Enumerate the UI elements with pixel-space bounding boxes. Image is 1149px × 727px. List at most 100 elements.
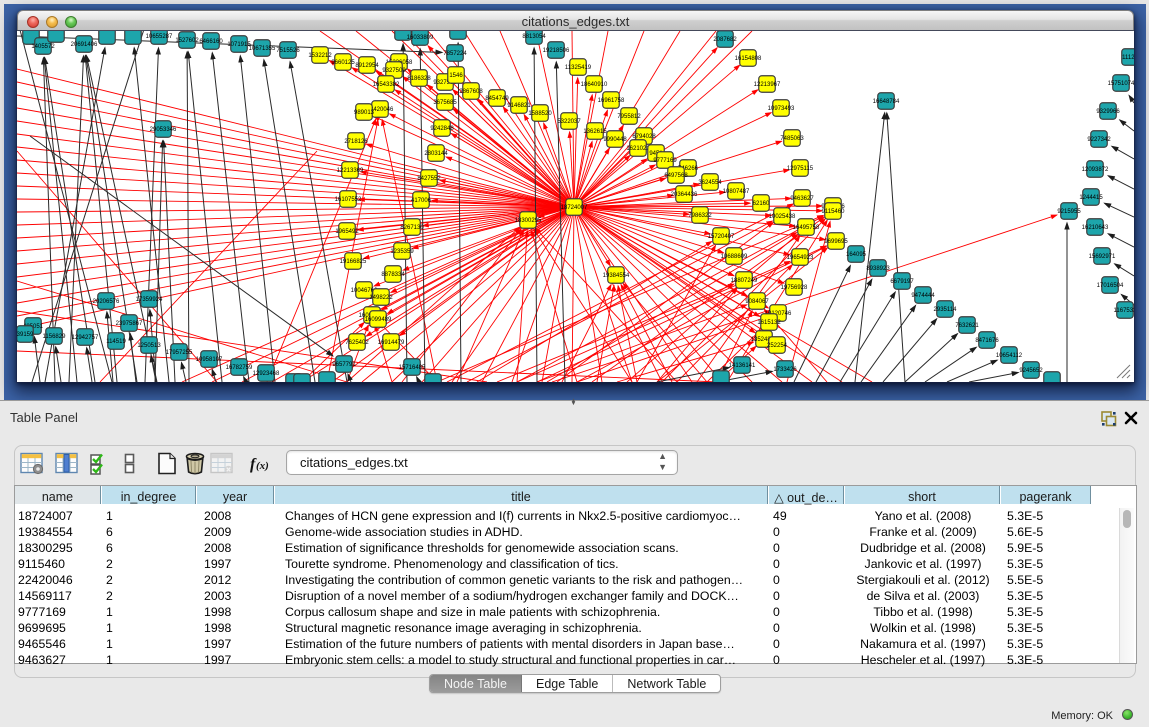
svg-text:12213967: 12213967 — [754, 82, 781, 88]
svg-text:12093872: 12093872 — [1082, 167, 1109, 173]
svg-text:1156829: 1156829 — [43, 334, 67, 340]
svg-text:29053346: 29053346 — [150, 127, 177, 133]
svg-text:6679197: 6679197 — [890, 279, 914, 285]
svg-text:10025438: 10025438 — [769, 214, 796, 220]
svg-text:989013: 989013 — [354, 110, 375, 116]
svg-text:19166825: 19166825 — [340, 259, 367, 265]
svg-text:1498222: 1498222 — [369, 295, 393, 301]
svg-text:16648784: 16648784 — [873, 99, 900, 105]
svg-text:2867608: 2867608 — [459, 89, 483, 95]
svg-text:7857224: 7857224 — [443, 51, 467, 57]
svg-text:16154808: 16154808 — [735, 56, 762, 62]
svg-text:6497568: 6497568 — [664, 173, 688, 179]
svg-text:8471676: 8471676 — [975, 338, 999, 344]
svg-text:39159: 39159 — [17, 332, 34, 338]
svg-text:9245652: 9245652 — [1019, 368, 1043, 374]
svg-text:19654923: 19654923 — [787, 255, 814, 261]
svg-text:18724007: 18724007 — [561, 205, 588, 211]
svg-text:2803144: 2803144 — [424, 151, 448, 157]
svg-text:10958107: 10958107 — [196, 357, 223, 363]
svg-text:20691406: 20691406 — [71, 42, 98, 48]
svg-text:164095: 164095 — [846, 252, 867, 258]
svg-text:1250513: 1250513 — [137, 343, 161, 349]
svg-text:17957255: 17957255 — [166, 350, 193, 356]
svg-text:17359924: 17359924 — [136, 297, 163, 303]
svg-text:6466160: 6466160 — [199, 39, 223, 45]
svg-text:1532212: 1532212 — [308, 53, 332, 59]
svg-text:7955812: 7955812 — [617, 114, 641, 120]
svg-text:9657791: 9657791 — [332, 362, 356, 368]
svg-text:8938923: 8938923 — [866, 266, 890, 272]
svg-text:2935114: 2935114 — [934, 307, 958, 313]
svg-text:16033809: 16033809 — [407, 35, 434, 41]
svg-text:1546: 1546 — [449, 73, 463, 79]
svg-text:12923468: 12923468 — [253, 371, 280, 377]
svg-text:8186328: 8186328 — [407, 76, 431, 82]
svg-text:7515526: 7515526 — [276, 48, 300, 54]
svg-text:6794028: 6794028 — [632, 134, 656, 140]
svg-text:18300295: 18300295 — [515, 218, 542, 224]
svg-text:16210643: 16210643 — [1082, 225, 1109, 231]
svg-text:1405572: 1405572 — [31, 44, 55, 50]
svg-text:9242848: 9242848 — [430, 126, 454, 132]
svg-text:16107552: 16107552 — [335, 197, 362, 203]
svg-text:16782759: 16782759 — [226, 365, 253, 371]
svg-text:14136141: 14136141 — [729, 363, 756, 369]
svg-text:15692971: 15692971 — [1089, 254, 1116, 260]
svg-text:(x): (x) — [256, 460, 269, 472]
svg-text:9115460: 9115460 — [822, 209, 846, 215]
svg-text:8878334: 8878334 — [381, 272, 405, 278]
svg-text:19218506: 19218506 — [543, 48, 570, 54]
svg-text:19384554: 19384554 — [603, 273, 630, 279]
svg-text:11325419: 11325419 — [565, 65, 592, 71]
svg-text:7625402: 7625402 — [345, 340, 369, 346]
svg-text:1615132: 1615132 — [757, 320, 781, 326]
svg-text:1167533: 1167533 — [1114, 308, 1134, 314]
svg-text:9660125: 9660125 — [331, 60, 355, 66]
svg-text:16914479: 16914479 — [378, 340, 405, 346]
svg-text:9146821: 9146821 — [507, 103, 531, 109]
svg-text:10671355: 10671355 — [249, 46, 276, 52]
svg-text:62160: 62160 — [753, 201, 770, 207]
svg-text:9329966: 9329966 — [1096, 109, 1120, 115]
svg-text:8813054: 8813054 — [522, 34, 546, 40]
svg-text:5322037: 5322037 — [557, 119, 581, 125]
svg-text:7986322: 7986322 — [688, 213, 712, 219]
svg-text:417006: 417006 — [411, 198, 432, 204]
svg-text:9215955: 9215955 — [1057, 209, 1081, 215]
svg-text:8427552: 8427552 — [417, 176, 441, 182]
svg-text:3675685: 3675685 — [433, 100, 457, 106]
svg-text:1621022: 1621022 — [626, 146, 650, 152]
svg-text:16543382: 16543382 — [373, 82, 400, 88]
svg-text:20206576: 20206576 — [93, 299, 120, 305]
svg-text:8912954: 8912954 — [355, 63, 379, 69]
svg-text:15751074: 15751074 — [1108, 81, 1134, 87]
svg-text:20364436: 20364436 — [671, 192, 698, 198]
svg-text:1244415: 1244415 — [1079, 195, 1103, 201]
svg-text:1733426: 1733426 — [773, 367, 797, 373]
svg-text:8454749: 8454749 — [485, 96, 509, 102]
svg-text:2087682: 2087682 — [713, 37, 737, 43]
svg-text:9227342: 9227342 — [1087, 137, 1111, 143]
svg-text:7485063: 7485063 — [780, 136, 804, 142]
svg-text:10655287: 10655287 — [146, 34, 173, 40]
svg-text:11122: 11122 — [1122, 55, 1134, 61]
svg-text:2718126: 2718126 — [344, 139, 368, 145]
svg-text:9463627: 9463627 — [790, 196, 814, 202]
svg-text:10688609: 10688609 — [721, 254, 748, 260]
svg-text:10807487: 10807487 — [723, 189, 750, 195]
svg-text:3624554: 3624554 — [698, 180, 722, 186]
svg-text:15716485: 15716485 — [399, 365, 426, 371]
svg-text:15720407: 15720407 — [708, 234, 735, 240]
svg-text:23975867: 23975867 — [116, 321, 143, 327]
svg-text:12213369: 12213369 — [337, 168, 364, 174]
svg-text:17016504: 17016504 — [1097, 283, 1124, 289]
svg-text:18640910: 18640910 — [581, 82, 608, 88]
svg-text:252254: 252254 — [767, 343, 788, 349]
svg-text:9474444: 9474444 — [911, 293, 935, 299]
svg-text:19756928: 19756928 — [781, 285, 808, 291]
svg-text:1588520: 1588520 — [528, 111, 552, 117]
svg-text:16495758: 16495758 — [793, 225, 820, 231]
svg-text:16099489: 16099489 — [365, 317, 392, 323]
svg-text:9327509: 9327509 — [382, 68, 406, 74]
